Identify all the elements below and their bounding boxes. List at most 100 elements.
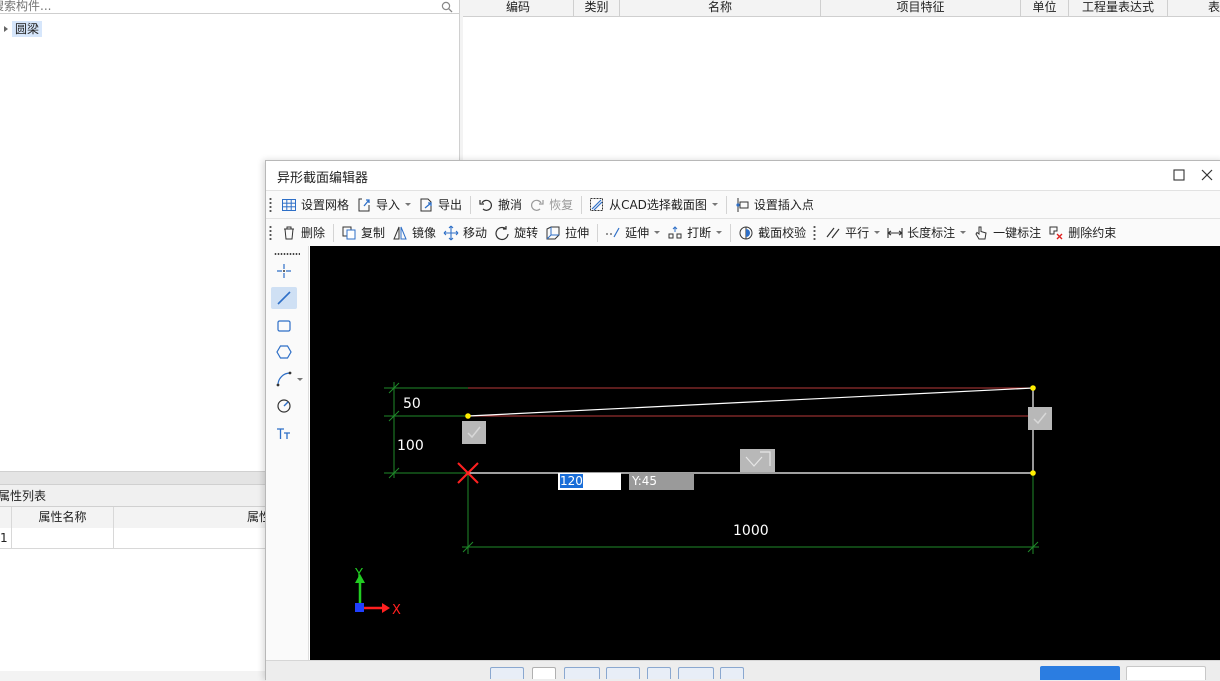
column-header-extra[interactable]: 表: [1168, 0, 1220, 17]
point-tool[interactable]: [271, 260, 297, 282]
line-tool[interactable]: [271, 287, 297, 309]
footer-button[interactable]: [532, 667, 556, 679]
chevron-down-icon[interactable]: [874, 231, 881, 234]
constraint-marker[interactable]: [740, 449, 775, 472]
footer-button[interactable]: [720, 667, 744, 679]
set-insert-point-button[interactable]: 设置插入点: [731, 194, 817, 216]
dimension-text-bottom[interactable]: 1000: [733, 523, 769, 539]
chevron-down-icon[interactable]: [716, 231, 723, 234]
toolbar-grip[interactable]: [813, 224, 817, 241]
crosshair-point-icon: [277, 264, 291, 278]
undo-button[interactable]: 撤消: [475, 194, 525, 216]
footer-button[interactable]: [678, 667, 714, 679]
vertex-point[interactable]: [1030, 385, 1036, 391]
constraint-marker[interactable]: [462, 421, 486, 444]
dimension-text-top[interactable]: 50: [403, 396, 421, 412]
column-header-expression[interactable]: 工程量表达式: [1069, 0, 1168, 17]
circle-radius-icon: [277, 399, 291, 413]
select-from-cad-label: 从CAD选择截面图: [609, 198, 707, 212]
set-grid-button[interactable]: 设置网格: [278, 194, 352, 216]
mirror-label: 镜像: [412, 226, 437, 240]
copy-button[interactable]: 复制: [338, 222, 388, 244]
mirror-button[interactable]: 镜像: [389, 222, 439, 244]
dialog-title-bar[interactable]: 异形截面编辑器: [266, 161, 1220, 190]
stretch-button[interactable]: 拉伸: [542, 222, 592, 244]
rectangle-tool[interactable]: [271, 315, 297, 337]
move-icon: [443, 225, 459, 240]
tree-item-ring-beam[interactable]: 圆梁: [4, 20, 43, 38]
coordinate-x-input[interactable]: 120: [558, 473, 621, 490]
parallel-button[interactable]: 平行: [822, 222, 883, 244]
chevron-down-icon[interactable]: [654, 231, 661, 234]
delete-label: 删除: [301, 226, 326, 240]
footer-button[interactable]: [490, 667, 524, 679]
coordinate-y-field[interactable]: Y:45: [629, 473, 694, 490]
move-label: 移动: [463, 226, 488, 240]
rotate-button[interactable]: 旋转: [491, 222, 541, 244]
toolbar-grip[interactable]: [269, 224, 272, 241]
delete-button[interactable]: 删除: [278, 222, 328, 244]
select-from-cad-button[interactable]: 从CAD选择截面图: [586, 194, 721, 216]
vertex-point[interactable]: [465, 413, 471, 419]
tree-expand-icon[interactable]: [4, 26, 8, 32]
cancel-button[interactable]: [1126, 666, 1206, 680]
ok-button[interactable]: [1040, 666, 1120, 680]
section-check-button[interactable]: 截面校验: [735, 222, 809, 244]
column-header-name[interactable]: 名称: [620, 0, 821, 17]
section-check-icon: [739, 226, 753, 239]
remove-constraint-button[interactable]: 删除约束: [1045, 222, 1119, 244]
extend-button[interactable]: 延伸: [602, 222, 663, 244]
shape-edge-top[interactable]: [467, 387, 1034, 417]
text-tool[interactable]: [271, 423, 297, 445]
export-button[interactable]: 导出: [415, 194, 465, 216]
column-header-features[interactable]: 项目特征: [821, 0, 1021, 17]
axis-indicator: Y X: [354, 567, 401, 618]
search-icon[interactable]: [441, 1, 453, 13]
circle-tool[interactable]: [271, 395, 297, 417]
break-button[interactable]: 打断: [664, 222, 725, 244]
footer-button[interactable]: [647, 667, 671, 679]
rotate-icon: [495, 225, 509, 240]
chevron-down-icon[interactable]: [405, 203, 412, 206]
canvas-drawing: 50 100 1000 Y X: [354, 382, 1052, 618]
import-icon: [358, 198, 370, 211]
footer-button[interactable]: [564, 667, 600, 679]
polygon-tool[interactable]: [271, 341, 297, 363]
dimension-text-left[interactable]: 100: [397, 438, 424, 454]
grid-header: 编码 类别 名称 项目特征 单位 工程量表达式 表: [463, 0, 1220, 17]
length-dimension-label: 长度标注: [907, 226, 956, 240]
export-icon: [420, 198, 432, 211]
remove-constraint-label: 删除约束: [1068, 226, 1117, 240]
trash-icon: [284, 226, 294, 239]
column-header-property-name: 属性名称: [12, 507, 114, 528]
vertex-point[interactable]: [1030, 470, 1036, 476]
stretch-label: 拉伸: [565, 226, 590, 240]
property-name-cell[interactable]: [12, 528, 114, 549]
chevron-down-icon[interactable]: [711, 203, 718, 206]
redo-button[interactable]: 恢复: [526, 194, 576, 216]
remove-constraint-icon: [1049, 226, 1063, 239]
constraint-marker[interactable]: [1028, 407, 1052, 430]
length-dimension-button[interactable]: 长度标注: [884, 222, 969, 244]
column-header-category[interactable]: 类别: [574, 0, 620, 17]
cad-select-icon: [590, 197, 604, 211]
search-input[interactable]: [0, 0, 432, 14]
move-button[interactable]: 移动: [440, 222, 490, 244]
column-header-unit[interactable]: 单位: [1021, 0, 1069, 17]
toolbar-separator: [581, 195, 583, 214]
toolbox-grip[interactable]: [274, 253, 300, 255]
arc-tool[interactable]: [271, 368, 297, 390]
chevron-down-icon[interactable]: [960, 231, 967, 234]
break-label: 打断: [687, 226, 712, 240]
footer-button[interactable]: [606, 667, 640, 679]
toolbar-grip[interactable]: [269, 196, 272, 213]
drawing-canvas[interactable]: 50 100 1000 Y X 120 Y:45: [310, 246, 1220, 660]
close-icon[interactable]: [1200, 168, 1214, 182]
maximize-icon[interactable]: [1173, 169, 1185, 181]
import-button[interactable]: 导入: [353, 194, 414, 216]
toolbar-separator: [333, 223, 335, 242]
auto-dimension-button[interactable]: 一键标注: [970, 222, 1044, 244]
toolbar-separator: [597, 223, 599, 242]
chevron-down-icon[interactable]: [297, 378, 303, 381]
column-header-code[interactable]: 编码: [463, 0, 574, 17]
